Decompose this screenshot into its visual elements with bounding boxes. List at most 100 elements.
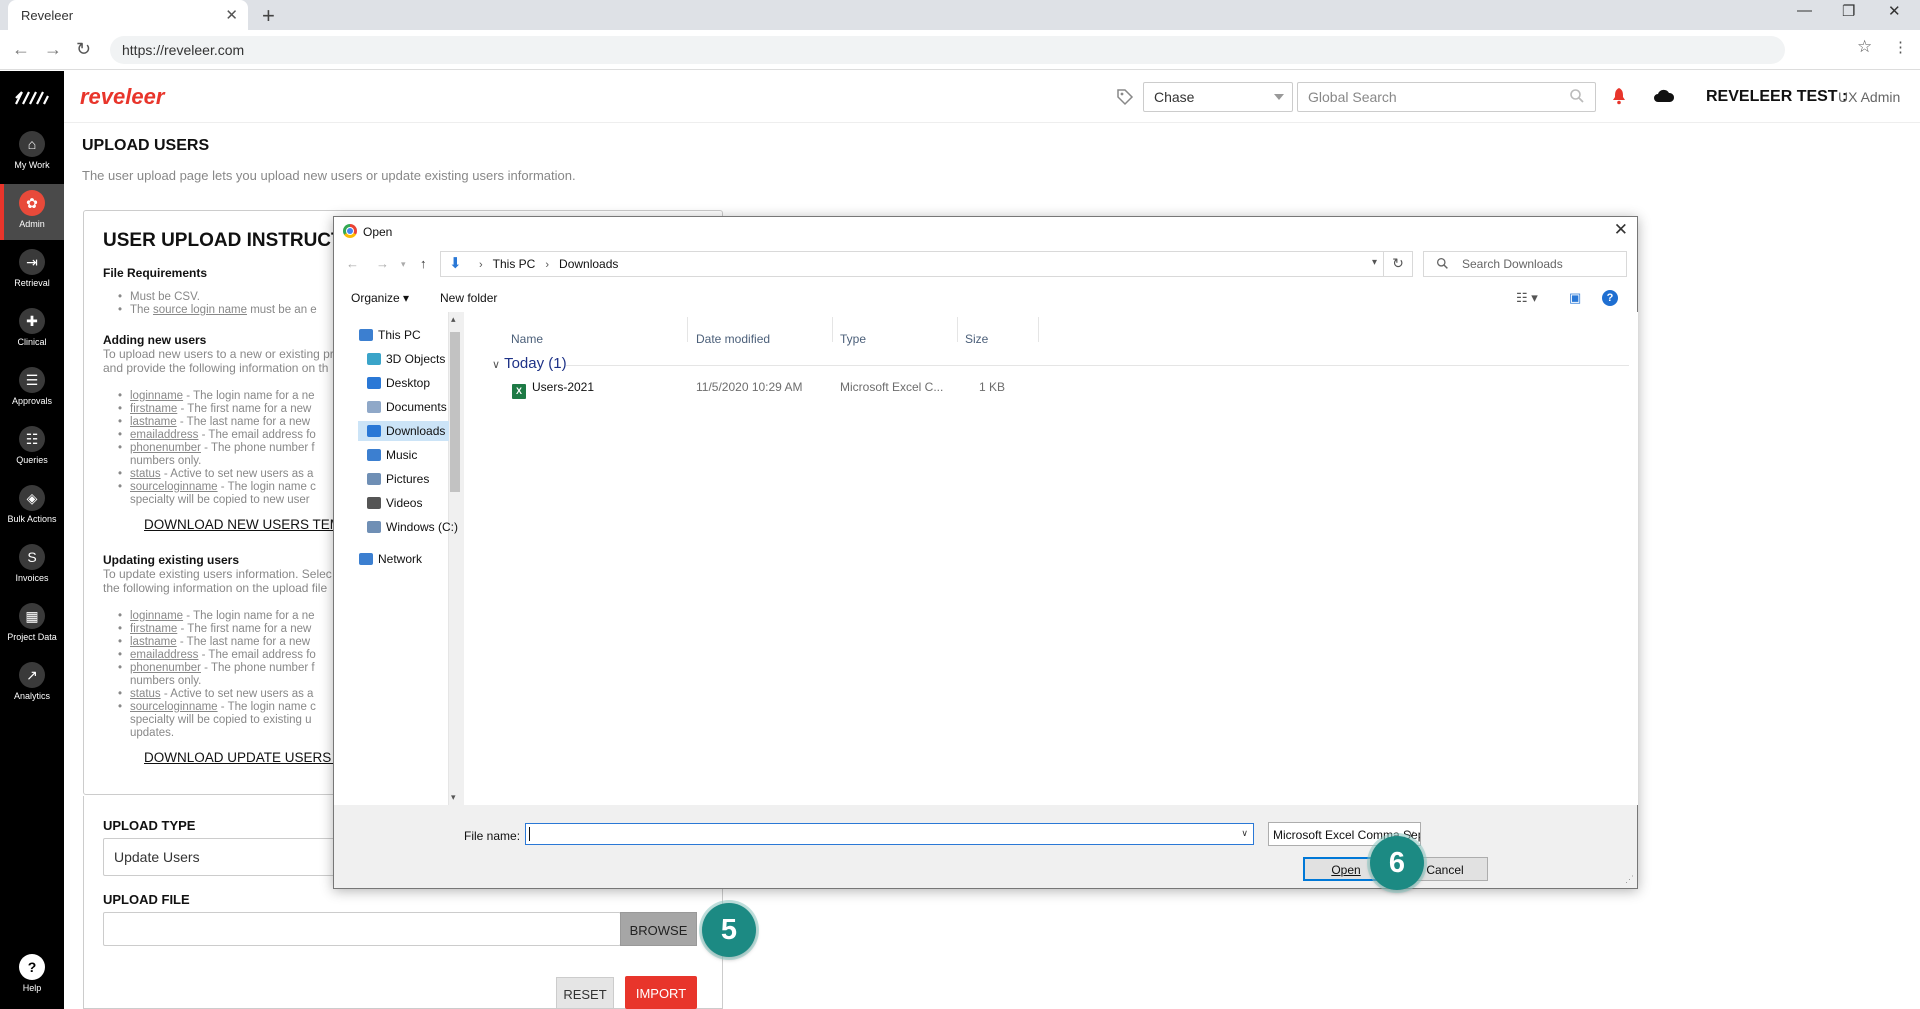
field-name-link[interactable]: loginname	[130, 610, 183, 622]
organize-button[interactable]: Organize ▾	[351, 291, 409, 305]
url-bar[interactable]: https://reveleer.com	[110, 36, 1785, 64]
tree-item-pictures[interactable]: Pictures	[367, 472, 429, 486]
dialog-address-bar[interactable]: ⬇ › This PC › Downloads ▾	[440, 251, 1384, 277]
notification-bell-icon[interactable]	[1611, 87, 1627, 105]
browse-button[interactable]: BROWSE	[620, 912, 697, 946]
scrollbar-thumb[interactable]	[450, 332, 460, 492]
new-tab-icon[interactable]: +	[262, 3, 275, 29]
search-icon[interactable]	[1569, 88, 1585, 104]
column-type[interactable]: Type	[840, 332, 866, 346]
tree-item-downloads[interactable]: Downloads	[358, 421, 449, 441]
scroll-up-icon[interactable]: ▴	[451, 314, 456, 325]
download-update-users-template-link[interactable]: DOWNLOAD UPDATE USERS T	[144, 750, 343, 765]
browser-tab[interactable]: Reveleer ✕	[8, 0, 248, 30]
reload-icon[interactable]: ↻	[76, 39, 91, 60]
column-size[interactable]: Size	[965, 332, 988, 346]
field-name-link[interactable]: phonenumber	[130, 442, 201, 454]
dialog-search-input[interactable]: Search Downloads	[1423, 251, 1627, 277]
field-name-link[interactable]: sourceloginname	[130, 701, 218, 713]
field-name-link[interactable]: status	[130, 468, 161, 480]
field-name-link[interactable]: phonenumber	[130, 662, 201, 674]
field-name-link[interactable]: emailaddress	[130, 429, 198, 441]
resize-grip-icon[interactable]: ⋰	[1625, 874, 1634, 885]
breadcrumb-downloads[interactable]: Downloads	[559, 257, 618, 271]
dialog-forward-icon[interactable]: →	[376, 256, 389, 271]
file-row-name[interactable]: X Users-2021	[512, 380, 594, 399]
field-name-link[interactable]: sourceloginname	[130, 481, 218, 493]
sidebar-item-queries[interactable]: ☷ Queries	[0, 420, 64, 476]
sidebar-item-project-data[interactable]: ▦ Project Data	[0, 597, 64, 653]
bookmark-star-icon[interactable]: ☆	[1857, 37, 1872, 57]
tree-item-documents[interactable]: Documents	[367, 400, 447, 414]
help-icon[interactable]: ?	[1602, 290, 1618, 306]
sidebar-item-clinical[interactable]: ✚ Clinical	[0, 302, 64, 358]
preview-pane-icon[interactable]: ▣	[1569, 290, 1581, 306]
tree-item-network[interactable]: Network	[359, 552, 422, 566]
user-role[interactable]: UX Admin	[1838, 89, 1900, 105]
close-tab-icon[interactable]: ✕	[225, 6, 238, 24]
field-name-link[interactable]: loginname	[130, 390, 183, 402]
tree-item-this-pc[interactable]: This PC	[359, 328, 421, 342]
field-name-link[interactable]: lastname	[130, 636, 177, 648]
tag-icon[interactable]	[1116, 88, 1134, 106]
organization-name[interactable]: REVELEER TEST :	[1706, 88, 1847, 106]
tree-item-music[interactable]: Music	[367, 448, 417, 462]
column-name[interactable]: Name	[511, 332, 543, 346]
sidebar-item-invoices[interactable]: S Invoices	[0, 538, 64, 594]
field-name-link[interactable]: firstname	[130, 403, 177, 415]
file-group-today[interactable]: ∨ Today (1)	[492, 355, 567, 372]
source-login-name-link[interactable]: source login name	[153, 304, 247, 316]
new-folder-button[interactable]: New folder	[440, 291, 497, 305]
scroll-down-icon[interactable]: ▾	[451, 792, 456, 803]
dialog-back-icon[interactable]: ←	[346, 256, 359, 271]
download-new-users-template-link[interactable]: DOWNLOAD NEW USERS TEM	[144, 517, 341, 532]
column-date-modified[interactable]: Date modified	[696, 332, 770, 346]
client-select[interactable]: Chase	[1143, 82, 1293, 112]
up-folder-icon[interactable]: ↑	[420, 256, 427, 271]
file-row-type[interactable]: Microsoft Excel C...	[840, 380, 943, 394]
browser-menu-icon[interactable]: ⋮	[1893, 38, 1908, 56]
sidebar-item-help[interactable]: ? Help	[0, 948, 64, 1004]
cloud-icon[interactable]	[1653, 88, 1675, 103]
sidebar-item-my-work[interactable]: ⌂ My Work	[0, 125, 64, 181]
column-separator	[1038, 317, 1039, 342]
back-icon[interactable]: ←	[12, 39, 30, 60]
minimize-icon[interactable]: —	[1797, 2, 1812, 19]
close-icon[interactable]: ✕	[1614, 220, 1628, 240]
field-name-link[interactable]: emailaddress	[130, 649, 198, 661]
tree-item-videos[interactable]: Videos	[367, 496, 422, 510]
tree-item-windows-c[interactable]: Windows (C:)	[367, 520, 458, 534]
file-row-size[interactable]: 1 KB	[979, 380, 1005, 394]
tree-item-desktop[interactable]: Desktop	[367, 376, 430, 390]
upload-type-select[interactable]: Update Users	[103, 838, 363, 876]
view-options-icon[interactable]: ☷ ▾	[1516, 290, 1538, 306]
sidebar-item-admin[interactable]: ✿ Admin	[0, 184, 64, 240]
column-separator	[957, 317, 958, 342]
chevron-down-icon[interactable]: ▾	[1372, 257, 1377, 268]
reset-button[interactable]: RESET	[556, 977, 614, 1009]
sidebar-item-analytics[interactable]: ↗ Analytics	[0, 656, 64, 712]
recent-locations-icon[interactable]: ▾	[401, 259, 406, 270]
restore-icon[interactable]: ❐	[1842, 2, 1855, 20]
close-window-icon[interactable]: ✕	[1888, 2, 1901, 20]
reveleer-logo-icon[interactable]	[14, 90, 50, 106]
import-button[interactable]: IMPORT	[625, 976, 697, 1009]
file-row-date[interactable]: 11/5/2020 10:29 AM	[696, 380, 803, 394]
tree-item-3d-objects[interactable]: 3D Objects	[367, 352, 445, 366]
field-name-link[interactable]: lastname	[130, 416, 177, 428]
sidebar-item-retrieval[interactable]: ⇥ Retrieval	[0, 243, 64, 299]
brand-logo[interactable]: reveleer	[80, 84, 164, 110]
refresh-icon[interactable]: ↻	[1383, 251, 1413, 277]
sidebar-item-approvals[interactable]: ☰ Approvals	[0, 361, 64, 417]
upload-file-input[interactable]	[103, 912, 621, 946]
field-item: status - Active to set new users as a	[118, 468, 313, 481]
field-description: - The login name c	[217, 701, 316, 713]
global-search-input[interactable]: Global Search	[1297, 82, 1596, 112]
file-name-input[interactable]: ∨	[525, 823, 1254, 845]
chevron-down-icon[interactable]: ∨	[1241, 828, 1248, 839]
field-name-link[interactable]: status	[130, 688, 161, 700]
field-name-link[interactable]: firstname	[130, 623, 177, 635]
forward-icon[interactable]: →	[44, 39, 62, 60]
breadcrumb-this-pc[interactable]: This PC	[493, 257, 536, 271]
sidebar-item-bulk-actions[interactable]: ◈ Bulk Actions	[0, 479, 64, 535]
